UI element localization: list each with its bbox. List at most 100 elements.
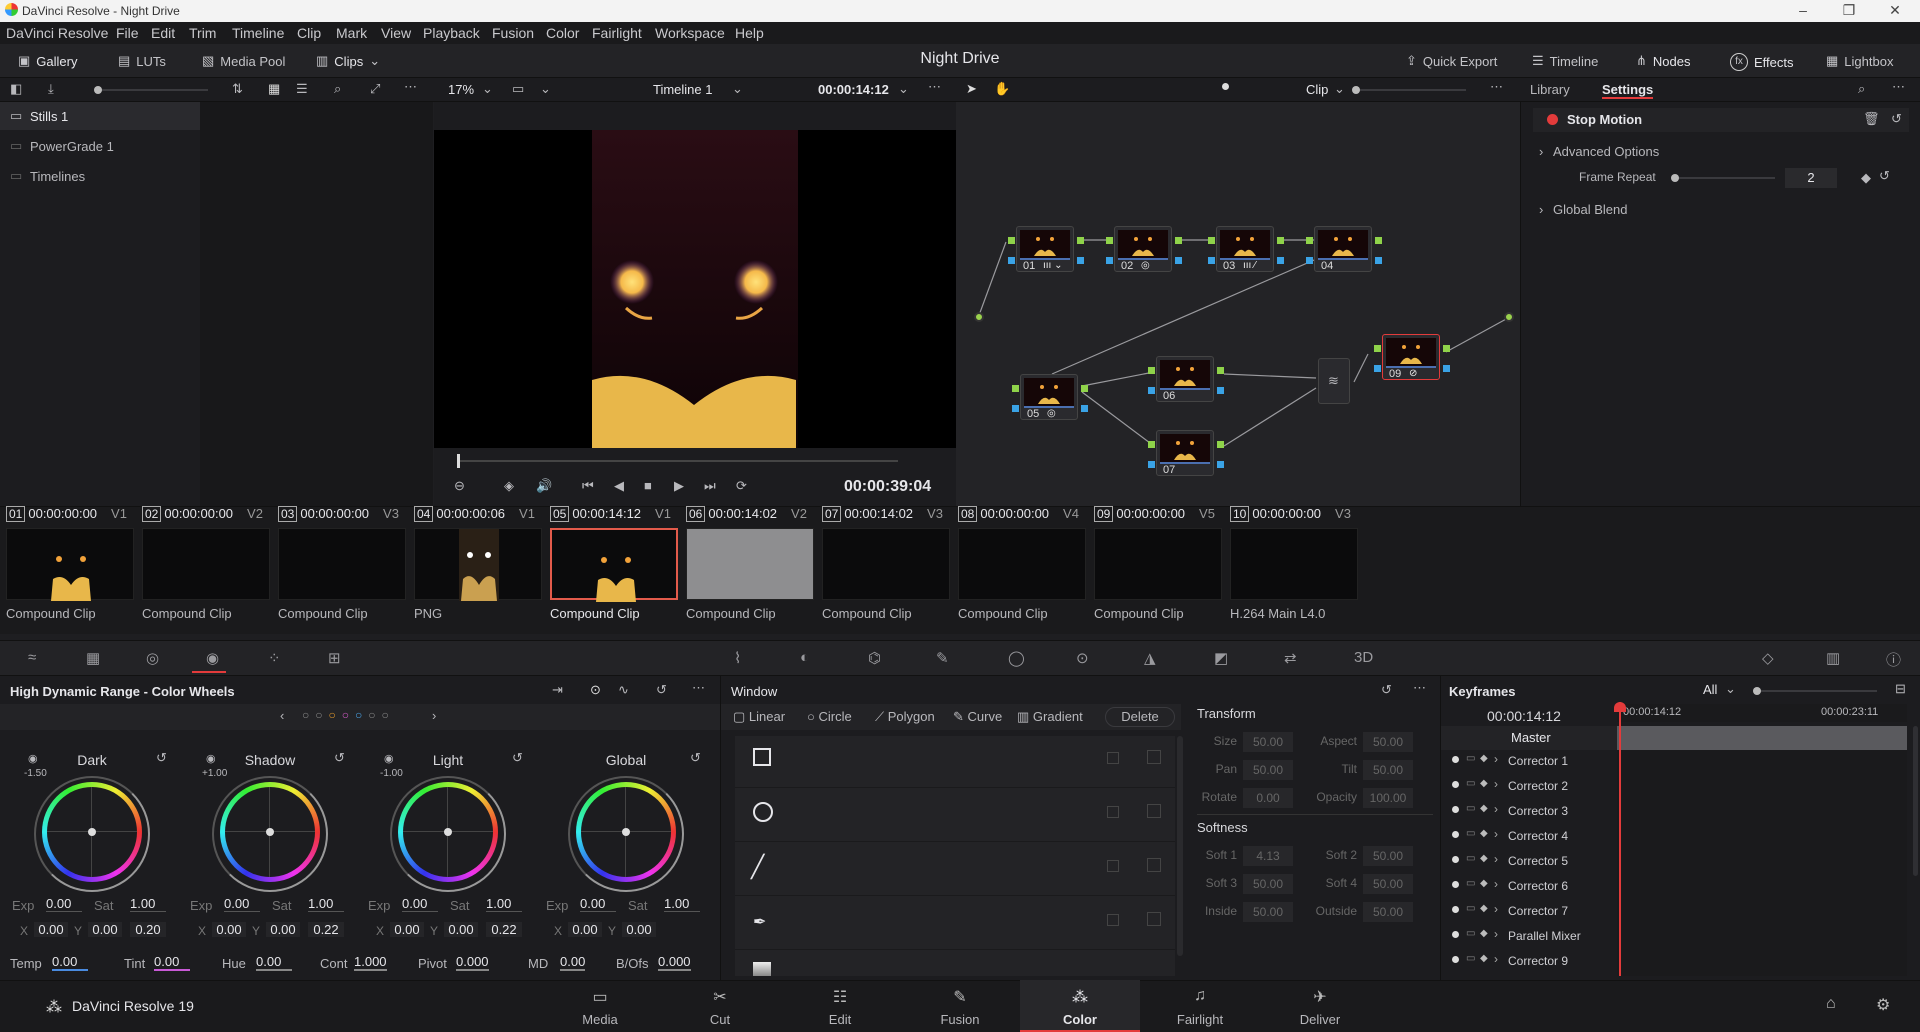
menu-fairlight[interactable]: Fairlight (592, 25, 642, 41)
clips-button[interactable]: ▥ Clips ⌄ (316, 53, 380, 69)
page-color[interactable]: ⁂ Color (1020, 980, 1140, 1032)
search-icon[interactable]: ⌕ (334, 81, 341, 97)
wheel-exposure-ring[interactable] (34, 776, 150, 892)
node-input-pin[interactable] (1148, 441, 1155, 448)
keyframe-icon[interactable]: ◆ (1480, 753, 1488, 764)
node-09[interactable]: 09 ⊘ (1374, 334, 1450, 380)
volume-icon[interactable]: 🔊 (536, 478, 552, 494)
aspect-field[interactable]: 50.00 (1363, 732, 1413, 752)
grid-view-icon[interactable]: ▦ (268, 81, 280, 97)
more-options-icon[interactable]: ⋯ (928, 79, 941, 95)
timeline-selector[interactable]: Timeline 1 (653, 82, 712, 97)
soft4-field[interactable]: 50.00 (1363, 874, 1413, 894)
chevron-down-icon[interactable]: ⌄ (482, 81, 493, 97)
node-01[interactable]: 01 ııı ⌄ (1008, 226, 1084, 272)
outside-field[interactable]: 50.00 (1363, 902, 1413, 922)
sizing-icon[interactable]: ⇄ (1284, 649, 1297, 667)
quick-export-button[interactable]: ⇪ Quick Export (1406, 53, 1497, 69)
soft2-field[interactable]: 50.00 (1363, 846, 1413, 866)
pan-field[interactable]: 50.00 (1243, 760, 1293, 780)
node-output-pin[interactable] (1175, 237, 1182, 244)
effect-header[interactable]: Stop Motion 🗑 ↺ (1533, 108, 1909, 132)
tab-library[interactable]: Library (1530, 82, 1570, 97)
reset-icon[interactable]: ↺ (512, 750, 523, 766)
chevron-right-icon[interactable]: › (1539, 144, 1543, 159)
keyframe-row[interactable]: ▭ ◆ › Corrector 7 (1440, 900, 1600, 925)
x-value[interactable]: 0.00 (34, 922, 68, 937)
window-icon[interactable]: ✎ (936, 649, 949, 667)
menu-file[interactable]: File (116, 25, 139, 41)
node-02[interactable]: 02 ◎ (1106, 226, 1182, 272)
frame-repeat-slider[interactable] (1671, 174, 1775, 182)
zone-graph-icon[interactable]: ∿ (618, 682, 629, 698)
lock-icon[interactable]: ▭ (1466, 828, 1475, 839)
layers-icon[interactable]: ◈ (504, 478, 514, 494)
gallery-item-timelines[interactable]: ▭ Timelines (0, 162, 200, 190)
node-07[interactable]: 07 (1148, 430, 1224, 476)
sort-icon[interactable]: ⇅ (232, 81, 243, 97)
more-options-icon[interactable]: ⋯ (1413, 680, 1426, 696)
global-blend[interactable]: Global Blend (1553, 202, 1627, 217)
color-match-icon[interactable]: ▦ (86, 649, 100, 667)
node-key-output-pin[interactable] (1443, 365, 1450, 372)
blur-icon[interactable]: ◮ (1144, 649, 1156, 667)
sat-value[interactable]: 1.00 (308, 896, 344, 912)
keyframe-row[interactable]: ▭ ◆ › Corrector 4 (1440, 825, 1600, 850)
chevron-right-icon[interactable]: › (1494, 777, 1498, 791)
exp-value[interactable]: 0.00 (402, 896, 438, 912)
chevron-down-icon[interactable]: ⌄ (540, 81, 551, 97)
sat-value[interactable]: 1.00 (664, 896, 700, 912)
lock-icon[interactable]: ▭ (1466, 778, 1475, 789)
chevron-right-icon[interactable]: › (1494, 877, 1498, 891)
chevron-right-icon[interactable]: › (1494, 902, 1498, 916)
keyframes-toggle-icon[interactable]: ◇ (1762, 649, 1774, 667)
download-icon[interactable]: ⤓ (48, 81, 54, 97)
gradient-button[interactable]: ▥ Gradient (1017, 709, 1083, 725)
node-03[interactable]: 03 ııı ⁄ (1208, 226, 1284, 272)
pointer-icon[interactable]: ➤ (966, 81, 977, 97)
rgb-mixer-icon[interactable]: ⁘ (268, 649, 281, 667)
reset-icon[interactable]: ↺ (334, 750, 345, 766)
reset-icon[interactable]: ↺ (656, 682, 667, 698)
wheel-exposure-ring[interactable] (212, 776, 328, 892)
node-key-input-pin[interactable] (1374, 365, 1381, 372)
node-output-pin[interactable] (1217, 441, 1224, 448)
page-dots[interactable]: ○○○○○○○ (302, 708, 395, 722)
hand-icon[interactable]: ✋ (994, 81, 1010, 97)
node-key-input-pin[interactable] (1148, 461, 1155, 468)
linear-button[interactable]: ▢ Linear (733, 709, 785, 725)
node-key-input-pin[interactable] (1306, 257, 1313, 264)
node-key-output-pin[interactable] (1217, 387, 1224, 394)
window-item-gradient[interactable] (735, 952, 1175, 976)
page-deliver[interactable]: ✈ Deliver (1260, 980, 1380, 1032)
node-05[interactable]: 05 ◎ (1012, 374, 1088, 420)
media-pool-button[interactable]: ▧ Media Pool (202, 53, 285, 69)
window-invert[interactable] (1147, 804, 1161, 818)
node-04[interactable]: 04 (1306, 226, 1382, 272)
reset-icon[interactable]: ↺ (156, 750, 167, 766)
x-value[interactable]: 0.00 (568, 922, 602, 937)
search-icon[interactable]: ⌕ (1858, 81, 1865, 97)
chevron-down-icon[interactable]: ⌄ (898, 81, 909, 97)
more-options-icon[interactable]: ⋯ (692, 680, 705, 696)
menu-fusion[interactable]: Fusion (492, 25, 534, 41)
clip-thumbnail-07[interactable]: 07 00:00:14:02 V3 Compound Clip (822, 506, 952, 621)
advanced-options[interactable]: Advanced Options (1553, 144, 1659, 159)
key-icon[interactable]: ◩ (1214, 649, 1228, 667)
lock-icon[interactable]: ▭ (1466, 803, 1475, 814)
loop-icon[interactable]: ⟳ (736, 478, 747, 494)
chevron-right-icon[interactable]: › (1494, 927, 1498, 941)
temp-value[interactable]: 0.00 (52, 954, 88, 971)
keyframe-icon[interactable]: ◆ (1480, 778, 1488, 789)
timeline-button[interactable]: ☰ Timeline (1532, 53, 1598, 69)
more-options-icon[interactable]: ⋯ (1892, 79, 1905, 95)
collapse-icon[interactable]: ⊟ (1895, 681, 1906, 697)
viewer-timecode[interactable]: 00:00:14:12 (818, 82, 889, 97)
node-key-input-pin[interactable] (1208, 257, 1215, 264)
menu-help[interactable]: Help (735, 25, 764, 41)
page-media[interactable]: ▭ Media (540, 980, 660, 1032)
keyframe-icon[interactable]: ◆ (1480, 903, 1488, 914)
x-value[interactable]: 0.00 (212, 922, 246, 937)
chevron-right-icon[interactable]: › (1494, 752, 1498, 766)
viewer-settings-icon[interactable]: ⊖ (454, 478, 465, 494)
